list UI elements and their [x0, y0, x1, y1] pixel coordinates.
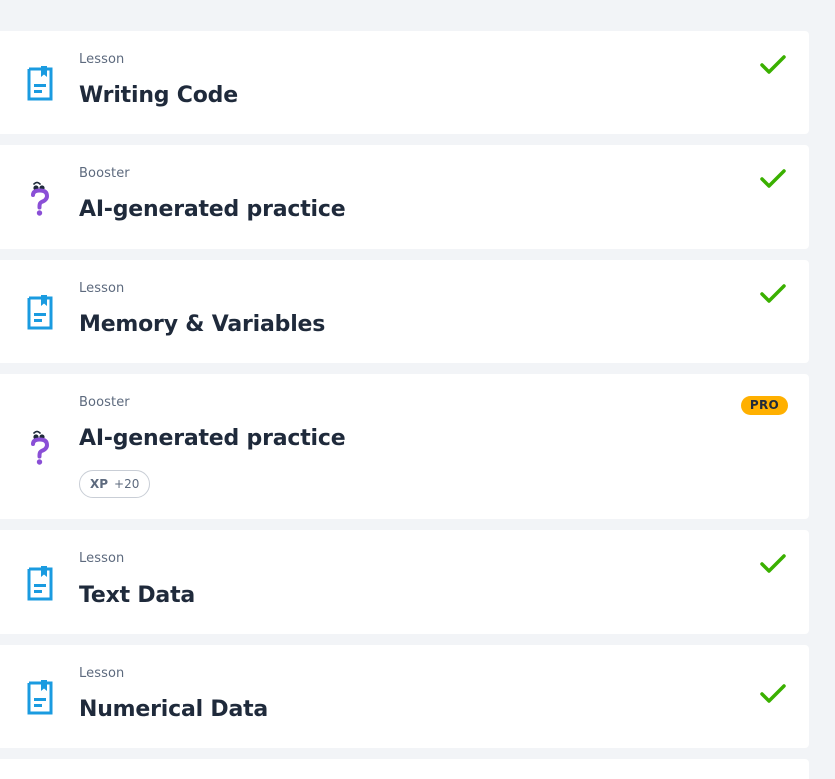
card-type-label: Lesson — [79, 551, 125, 566]
booster-card-ai-practice[interactable]: Booster AI-generated practice — [0, 145, 809, 249]
lesson-document-icon — [27, 295, 53, 330]
booster-question-icon — [31, 430, 50, 465]
check-icon — [760, 684, 786, 703]
lesson-card-memory-variables[interactable]: Lesson Memory & Variables — [0, 260, 809, 363]
card-type-label: Lesson — [79, 281, 125, 296]
lesson-card-numerical-data[interactable]: Lesson Numerical Data — [0, 645, 809, 748]
card-type-label: Booster — [79, 166, 130, 181]
lesson-list: Lesson Writing Code Booster AI-generated… — [0, 0, 835, 779]
lesson-card-writing-code[interactable]: Lesson Writing Code — [0, 31, 809, 134]
xp-reward-pill: XP +20 — [79, 470, 151, 498]
card-type-label: Booster — [79, 395, 130, 410]
booster-question-icon — [31, 181, 50, 216]
card-title: Numerical Data — [79, 697, 269, 722]
lesson-document-icon — [27, 566, 53, 601]
card-title: Text Data — [79, 583, 196, 608]
next-card-partial[interactable] — [0, 759, 809, 779]
xp-value: +20 — [114, 477, 140, 491]
check-icon — [760, 55, 786, 74]
check-icon — [760, 169, 786, 188]
lesson-document-icon — [27, 680, 53, 715]
card-title: Memory & Variables — [79, 312, 326, 337]
card-type-label: Lesson — [79, 52, 125, 67]
xp-label: XP — [90, 477, 109, 491]
card-title: AI-generated practice — [79, 197, 346, 222]
check-icon — [760, 554, 786, 573]
check-icon — [760, 284, 786, 303]
lesson-card-text-data[interactable]: Lesson Text Data — [0, 530, 809, 634]
pro-badge: PRO — [740, 396, 788, 415]
card-title: Writing Code — [79, 83, 238, 108]
lesson-document-icon — [27, 66, 53, 101]
card-type-label: Lesson — [79, 666, 125, 681]
booster-card-ai-practice-pro[interactable]: Booster AI-generated practice PRO XP +20 — [0, 374, 809, 519]
card-title: AI-generated practice — [79, 426, 346, 451]
